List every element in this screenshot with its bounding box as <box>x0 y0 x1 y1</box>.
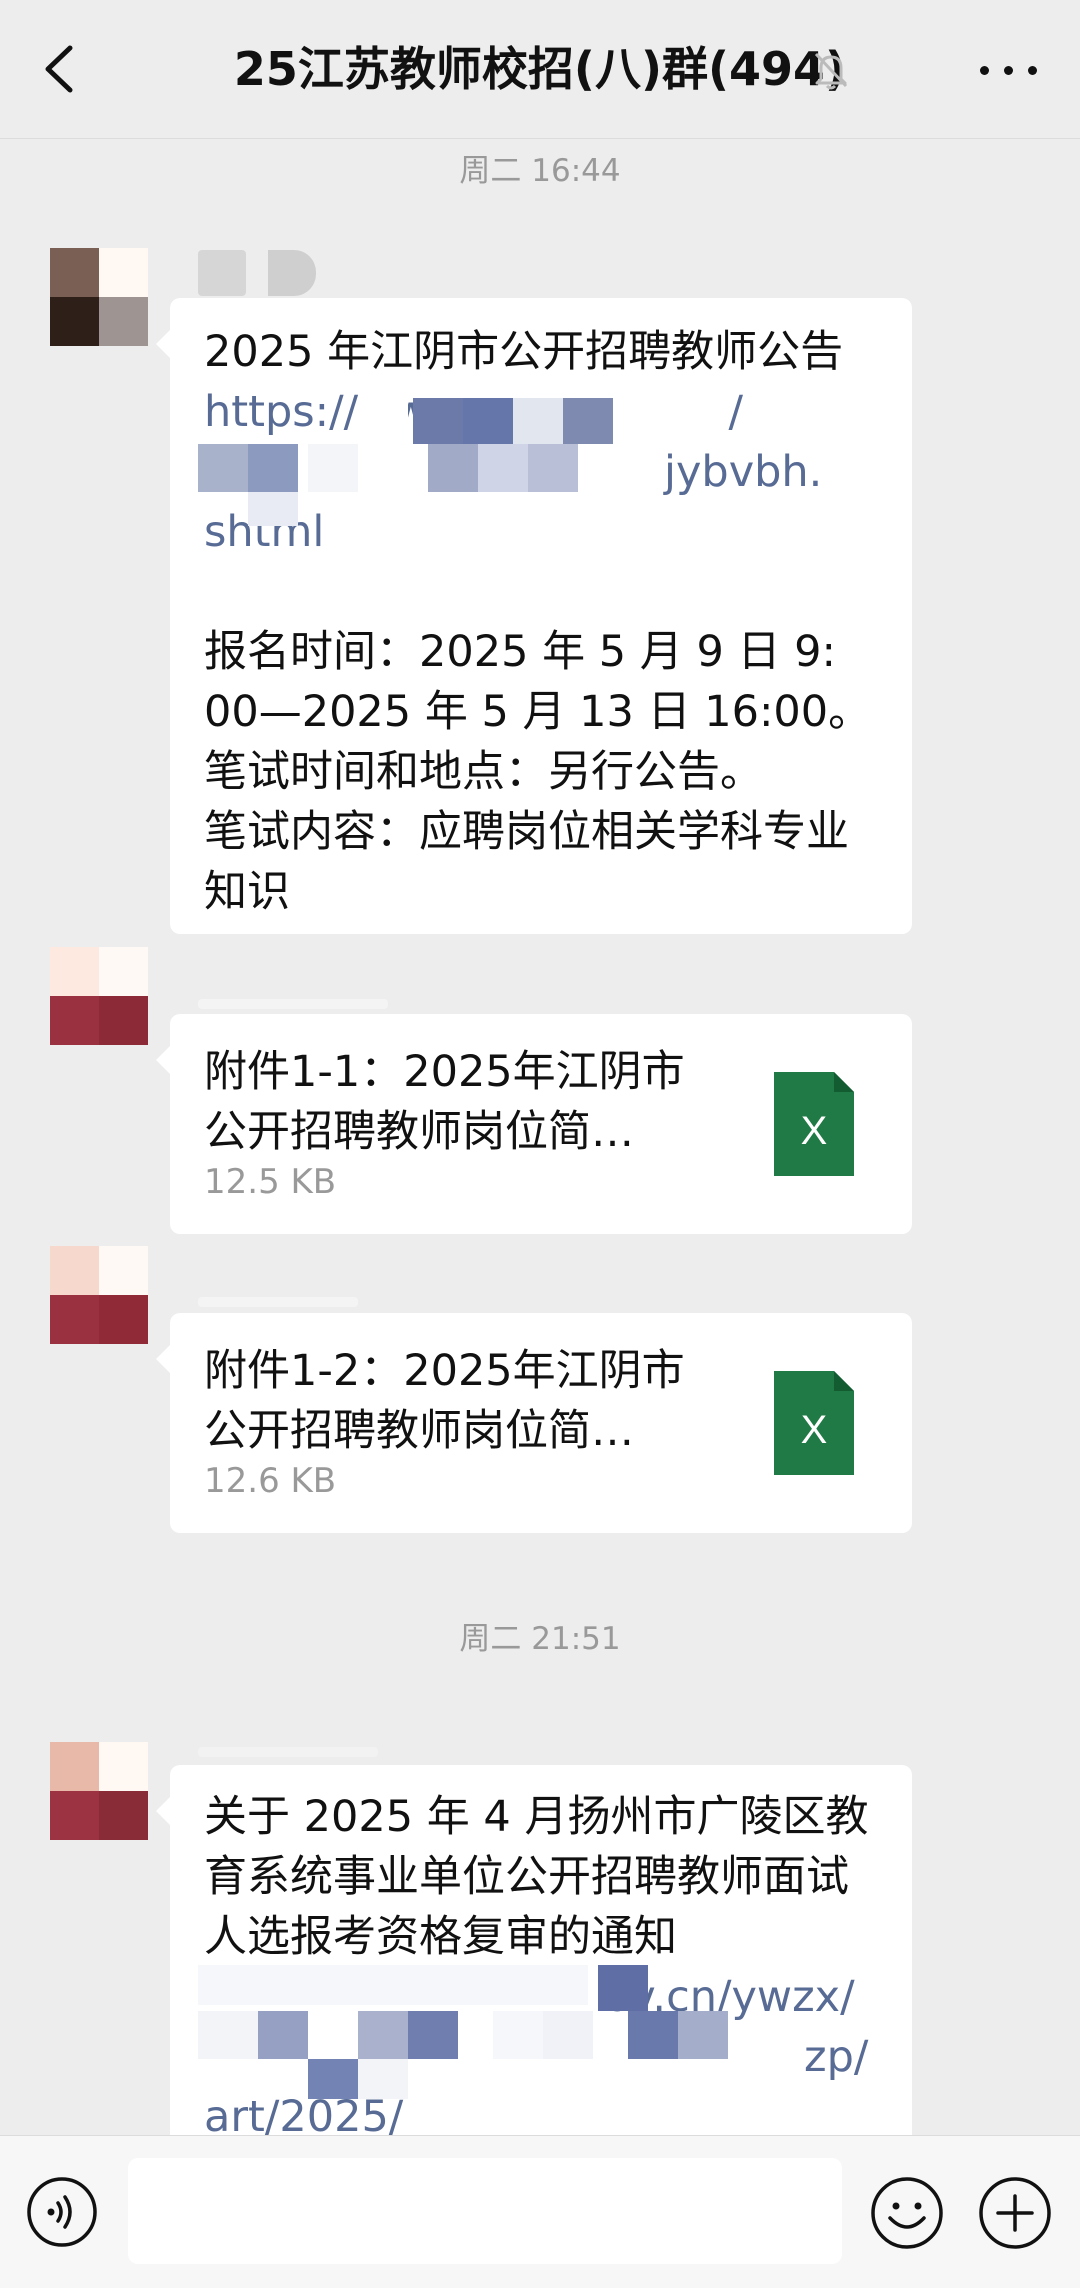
input-bar <box>0 2135 1080 2288</box>
message-body: 2025 年江阴市公开招聘教师公告 https://ww / jybvbh. sh… <box>204 327 872 917</box>
sender-name-blurred <box>198 994 410 1013</box>
emoji-icon[interactable] <box>870 2176 944 2250</box>
file-name: 附件1-2：2025年江阴市 公开招聘教师岗位简… <box>204 1346 685 1456</box>
more-icon <box>980 66 989 75</box>
sender-name-blurred <box>198 1292 380 1311</box>
excel-file-icon: X <box>774 1371 854 1475</box>
avatar[interactable] <box>50 947 148 1045</box>
sender-name-blurred <box>198 250 338 300</box>
timestamp: 周二 16:44 <box>459 153 621 189</box>
avatar[interactable] <box>50 1742 148 1840</box>
text-message[interactable]: 关于 2025 年 4 月扬州市广陵区教 育系统事业单位公开招聘教师面试 人选报… <box>156 1765 912 2145</box>
more-button[interactable] <box>980 60 1038 80</box>
muted-bell-icon <box>814 52 848 90</box>
blurred-url-mosaic <box>198 1965 798 2105</box>
text-message[interactable]: 2025 年江阴市公开招聘教师公告 https://ww / jybvbh. sh… <box>156 298 912 934</box>
file-name: 附件1-1：2025年江阴市 公开招聘教师岗位简… <box>204 1047 685 1157</box>
chat-header: 25江苏教师校招(八)群(494) <box>0 0 1080 139</box>
file-message[interactable]: 附件1-2：2025年江阴市 公开招聘教师岗位简… 12.6 KB X <box>156 1313 912 1533</box>
excel-file-icon: X <box>774 1072 854 1176</box>
avatar[interactable] <box>50 248 148 346</box>
sender-name-blurred <box>198 1742 400 1761</box>
blurred-url-mosaic <box>198 398 758 528</box>
voice-icon[interactable] <box>26 2176 98 2248</box>
avatar[interactable] <box>50 1246 148 1344</box>
timestamp: 周二 21:51 <box>459 1621 621 1657</box>
message-input[interactable] <box>128 2158 842 2264</box>
file-size: 12.5 KB <box>204 1162 337 1202</box>
plus-icon[interactable] <box>978 2176 1052 2250</box>
chat-title: 25江苏教师校招(八)群(494) <box>233 42 847 96</box>
svg-text:X: X <box>801 1408 828 1452</box>
file-size: 12.6 KB <box>204 1461 337 1501</box>
svg-text:X: X <box>801 1109 828 1153</box>
file-message[interactable]: 附件1-1：2025年江阴市 公开招聘教师岗位简… 12.5 KB X <box>156 1014 912 1234</box>
